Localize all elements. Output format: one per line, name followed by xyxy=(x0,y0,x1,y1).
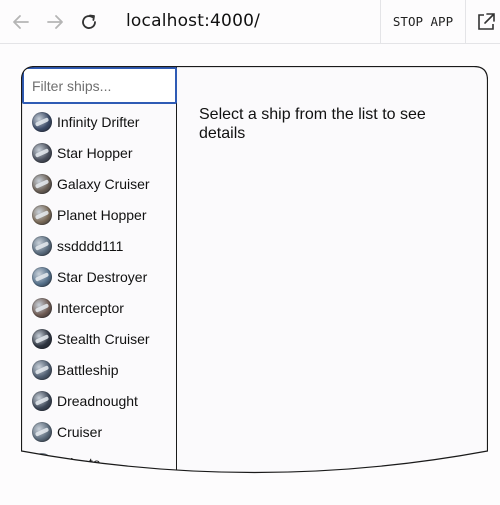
arrow-right-icon xyxy=(47,15,63,29)
forward-button[interactable] xyxy=(43,10,67,34)
back-button[interactable] xyxy=(9,10,33,34)
app-frame-border xyxy=(21,66,488,474)
external-link-icon xyxy=(478,13,495,30)
stop-app-button[interactable]: STOP APP xyxy=(380,0,466,43)
browser-toolbar: localhost:4000/ STOP APP xyxy=(0,0,500,44)
reload-icon xyxy=(82,14,96,29)
reload-button[interactable] xyxy=(77,10,101,34)
app-frame: Infinity DrifterStar HopperGalaxy Cruise… xyxy=(21,66,488,480)
open-external-button[interactable] xyxy=(475,11,497,33)
address-bar[interactable]: localhost:4000/ xyxy=(126,11,260,31)
arrow-left-icon xyxy=(13,15,29,29)
